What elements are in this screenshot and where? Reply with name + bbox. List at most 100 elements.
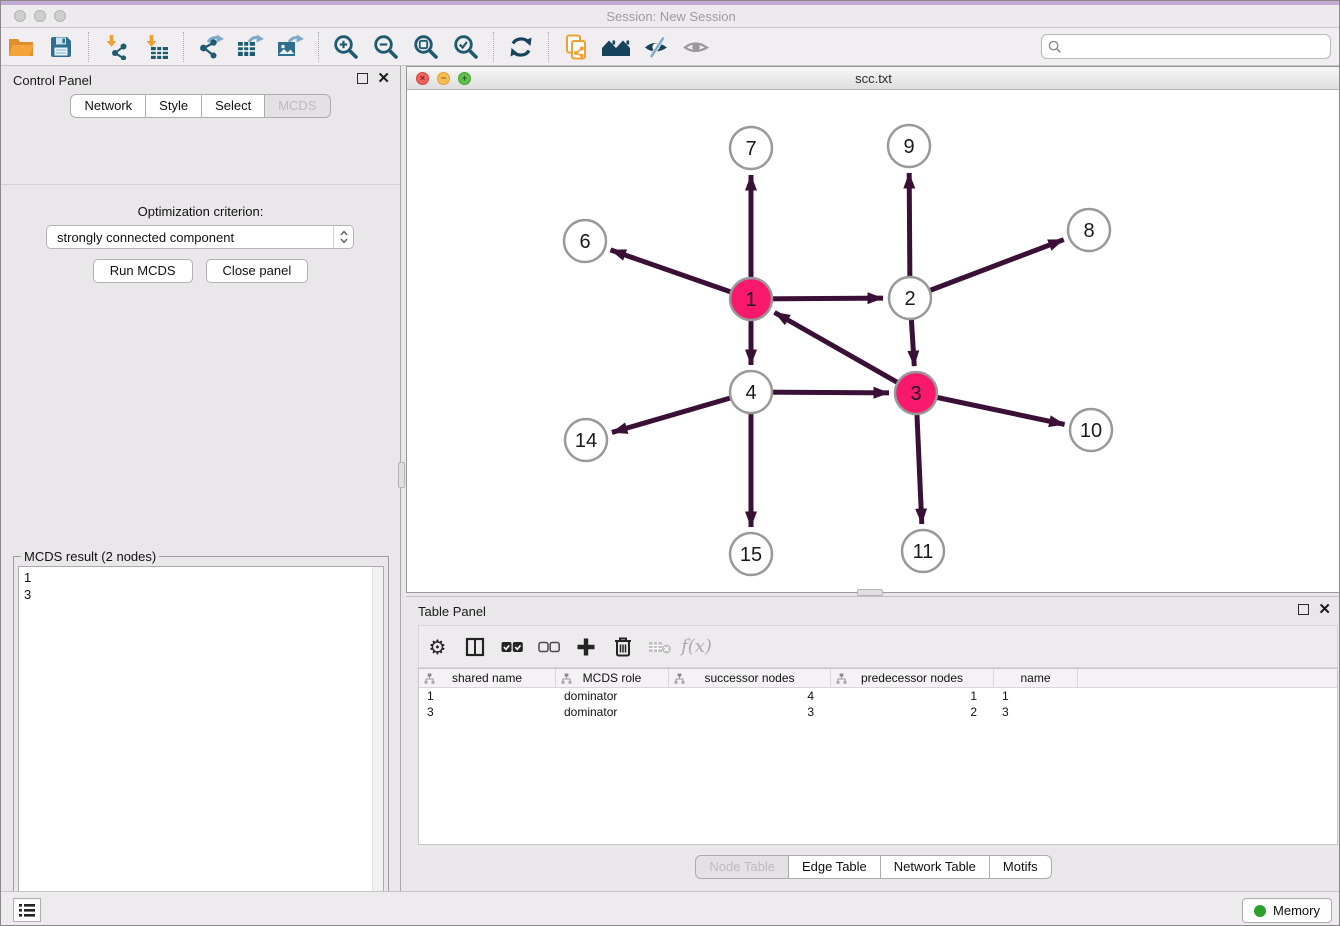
zoom-selected-icon[interactable] <box>446 30 486 64</box>
zoom-out-icon[interactable] <box>366 30 406 64</box>
graph-node-15[interactable]: 15 <box>730 533 772 575</box>
graph-node-14[interactable]: 14 <box>565 419 607 461</box>
graph-node-9[interactable]: 9 <box>888 125 930 167</box>
export-image-icon[interactable] <box>271 30 311 64</box>
result-scrollbar[interactable] <box>372 567 383 926</box>
status-bar: Memory <box>1 891 1340 926</box>
attribute-tree-icon <box>424 673 435 687</box>
table-body: 1dominator4113dominator323 <box>419 688 1337 720</box>
table-cell[interactable]: dominator <box>556 689 669 703</box>
graph-node-7[interactable]: 7 <box>730 127 772 169</box>
network-canvas[interactable]: 7 9 6 8 1 2 4 3 14 10 15 11 <box>407 91 1340 592</box>
task-history-button[interactable] <box>13 898 41 922</box>
tab-edge-table[interactable]: Edge Table <box>788 855 881 879</box>
control-panel: Control Panel ✕ NetworkStyleSelectMCDS O… <box>1 66 401 891</box>
criterion-value: strongly connected component <box>47 230 333 245</box>
table-panel-title: Table Panel <box>418 604 486 619</box>
graph-node-2[interactable]: 2 <box>889 277 931 319</box>
function-builder-icon[interactable]: f(x) <box>678 629 715 665</box>
vertical-splitter-handle[interactable] <box>398 462 405 488</box>
home-icon[interactable] <box>596 30 636 64</box>
refresh-icon[interactable] <box>501 30 541 64</box>
svg-text:11: 11 <box>913 541 934 563</box>
list-icon <box>18 903 36 918</box>
svg-text:14: 14 <box>575 430 597 452</box>
export-image-glyph <box>277 34 305 60</box>
graph-edge-3-1[interactable] <box>774 312 916 393</box>
tab-style[interactable]: Style <box>145 94 202 118</box>
column-label: MCDS role <box>583 671 642 685</box>
table-row[interactable]: 3dominator323 <box>419 704 1337 720</box>
select-all-icon[interactable] <box>493 629 530 665</box>
table-cell[interactable]: 3 <box>994 705 1078 719</box>
column-layout-icon[interactable] <box>456 629 493 665</box>
zoom-fit-icon[interactable] <box>406 30 446 64</box>
column-header-successor-nodes[interactable]: successor nodes <box>669 669 831 687</box>
graph-edge-1-6[interactable] <box>610 250 751 299</box>
close-panel-icon[interactable]: ✕ <box>377 73 390 84</box>
save-session-icon[interactable] <box>41 30 81 64</box>
delete-table-icon[interactable] <box>641 629 678 665</box>
table-cell[interactable]: 4 <box>669 689 831 703</box>
add-column-icon[interactable] <box>567 629 604 665</box>
float-table-panel-icon[interactable] <box>1298 604 1309 615</box>
tab-network[interactable]: Network <box>70 94 146 118</box>
column-header-predecessor-nodes[interactable]: predecessor nodes <box>831 669 994 687</box>
toggle-details-icon[interactable] <box>636 30 676 64</box>
graph-node-6[interactable]: 6 <box>564 220 606 262</box>
mcds-result-area[interactable]: 1 3 <box>18 566 384 926</box>
float-panel-icon[interactable] <box>357 73 368 84</box>
delete-column-icon[interactable] <box>604 629 641 665</box>
tab-select[interactable]: Select <box>201 94 265 118</box>
close-panel-button[interactable]: Close panel <box>206 259 309 283</box>
node-table: shared name MCDS role successor nodesprede… <box>418 668 1338 845</box>
optimization-criterion-label: Optimization criterion: <box>1 204 400 219</box>
graph-node-10[interactable]: 10 <box>1070 409 1112 451</box>
main-toolbar <box>1 28 1340 66</box>
column-header-mcds-role[interactable]: MCDS role <box>556 669 669 687</box>
tab-mcds[interactable]: MCDS <box>264 94 330 118</box>
toolbar-separator <box>493 32 494 62</box>
tab-node-table[interactable]: Node Table <box>695 855 789 879</box>
export-table-icon[interactable] <box>231 30 271 64</box>
zoom-in-icon[interactable] <box>326 30 366 64</box>
horizontal-splitter-handle[interactable] <box>857 589 883 596</box>
svg-text:2: 2 <box>904 288 915 310</box>
control-panel-tabs: NetworkStyleSelectMCDS <box>1 94 400 118</box>
zoom-fit-glyph <box>413 34 439 60</box>
run-mcds-button[interactable]: Run MCDS <box>93 259 193 283</box>
open-folder-icon <box>8 35 34 59</box>
table-row[interactable]: 1dominator411 <box>419 688 1337 704</box>
table-cell[interactable]: 1 <box>419 689 556 703</box>
graph-node-8[interactable]: 8 <box>1068 209 1110 251</box>
column-header-name[interactable]: name <box>994 669 1078 687</box>
table-cell[interactable]: 1 <box>831 689 994 703</box>
open-file-icon[interactable] <box>1 30 41 64</box>
table-cell[interactable]: dominator <box>556 705 669 719</box>
memory-button[interactable]: Memory <box>1242 898 1332 923</box>
column-header-shared-name[interactable]: shared name <box>419 669 556 687</box>
table-cell[interactable]: 3 <box>669 705 831 719</box>
clone-network-icon[interactable] <box>556 30 596 64</box>
close-table-panel-icon[interactable]: ✕ <box>1318 604 1331 615</box>
table-cell[interactable]: 1 <box>994 689 1078 703</box>
graph-node-3[interactable]: 3 <box>895 372 937 414</box>
table-settings-icon[interactable]: ⚙ <box>419 629 456 665</box>
criterion-select[interactable]: strongly connected component <box>46 225 354 249</box>
graph-node-1[interactable]: 1 <box>730 278 772 320</box>
search-input[interactable] <box>1062 36 1330 57</box>
graph-node-4[interactable]: 4 <box>730 371 772 413</box>
tab-motifs[interactable]: Motifs <box>989 855 1052 879</box>
graph-edge-3-10[interactable] <box>916 393 1065 424</box>
graph-edge-2-8[interactable] <box>910 240 1064 298</box>
import-table-icon[interactable] <box>136 30 176 64</box>
tab-network-table[interactable]: Network Table <box>880 855 990 879</box>
table-cell[interactable]: 3 <box>419 705 556 719</box>
deselect-all-icon[interactable] <box>530 629 567 665</box>
graph-node-11[interactable]: 11 <box>902 530 944 572</box>
table-cell[interactable]: 2 <box>831 705 994 719</box>
attribute-tree-icon <box>561 673 572 687</box>
export-network-icon[interactable] <box>191 30 231 64</box>
import-network-icon[interactable] <box>96 30 136 64</box>
show-hide-icon[interactable] <box>676 30 716 64</box>
